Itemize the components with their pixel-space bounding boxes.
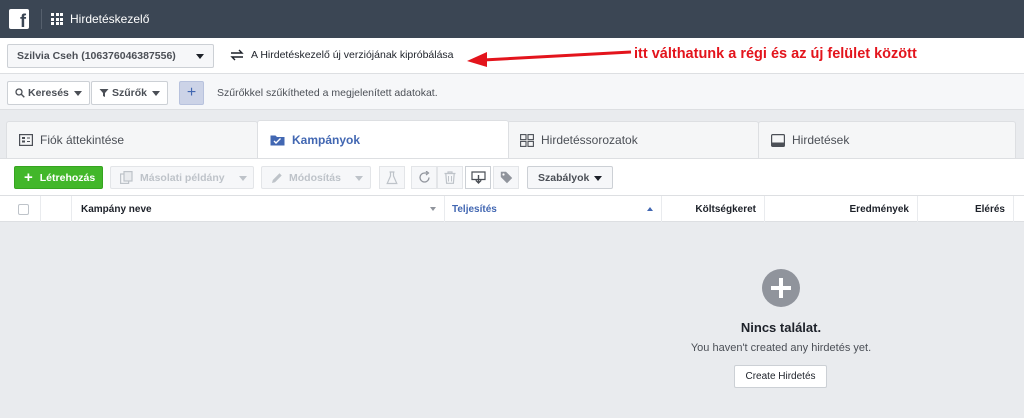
tab-account-overview[interactable]: Fiók áttekintése <box>6 121 258 158</box>
refresh-icon <box>418 171 430 183</box>
tag-icon <box>500 171 512 184</box>
column-campaign-name[interactable]: Kampány neve <box>72 196 445 222</box>
chevron-down-icon <box>355 176 363 181</box>
annotation-arrow-icon <box>467 50 632 67</box>
test-button[interactable] <box>379 166 405 189</box>
chevron-down-icon <box>239 176 247 181</box>
sort-desc-icon <box>430 207 436 211</box>
topbar-divider <box>41 9 42 29</box>
chevron-down-icon <box>594 176 602 181</box>
tag-button[interactable] <box>493 166 519 189</box>
select-all-checkbox[interactable] <box>18 203 29 215</box>
delete-button[interactable] <box>437 166 463 189</box>
action-toolbar: + Létrehozás Másolati példány Módosítás … <box>0 158 1024 195</box>
empty-state-description: You haven't created any hirdetés yet. <box>690 342 872 354</box>
search-icon <box>15 88 25 98</box>
app-title[interactable]: Hirdetéskezelő <box>70 12 149 26</box>
export-icon <box>470 171 486 184</box>
column-label: Elérés <box>974 203 1005 215</box>
tab-ad-sets[interactable]: Hirdetéssorozatok <box>507 121 759 158</box>
facebook-logo-icon[interactable]: f <box>9 9 29 30</box>
tab-ads[interactable]: Hirdetések <box>758 121 1016 158</box>
folder-icon <box>270 135 285 145</box>
chevron-down-icon <box>73 91 82 96</box>
level-tabs: Fiók áttekintése Kampányok Hirdetéssoroz… <box>0 110 1024 158</box>
apps-grid-icon[interactable] <box>51 13 63 25</box>
account-selector[interactable]: Szilvia Cseh (106376046387556) <box>7 44 214 68</box>
duplicate-button[interactable]: Másolati példány <box>110 166 254 189</box>
try-new-version-label: A Hirdetéskezelő új verziójának kipróbál… <box>251 49 454 61</box>
search-label: Keresés <box>28 87 69 99</box>
tab-label: Hirdetések <box>792 133 850 147</box>
edit-button[interactable]: Módosítás <box>261 166 371 189</box>
duplicate-icon <box>120 171 133 184</box>
switch-arrows-icon <box>230 49 244 61</box>
sort-asc-icon <box>647 207 653 211</box>
tab-campaigns[interactable]: Kampányok <box>257 120 509 158</box>
column-label: Költségkeret <box>695 203 756 215</box>
ad-icon <box>771 133 785 147</box>
export-button[interactable] <box>465 166 491 189</box>
column-label: Kampány neve <box>81 203 152 215</box>
create-label: Létrehozás <box>39 171 96 184</box>
chevron-down-icon <box>152 91 161 96</box>
column-reach[interactable]: Elérés <box>918 196 1014 222</box>
column-delivery[interactable]: Teljesítés <box>445 196 662 222</box>
search-button[interactable]: Keresés <box>7 81 90 105</box>
tab-label: Fiók áttekintése <box>40 133 125 147</box>
add-filter-button[interactable]: + <box>179 81 204 105</box>
top-bar: f Hirdetéskezelő <box>0 0 1024 38</box>
grid-icon <box>520 133 534 147</box>
rules-button[interactable]: Szabályok <box>527 166 613 189</box>
table-header: Kampány neve Teljesítés Költségkeret Ere… <box>0 195 1024 222</box>
column-label: Teljesítés <box>452 203 497 215</box>
filter-hint: Szűrőkkel szűkítheted a megjelenített ad… <box>217 87 438 99</box>
trash-icon <box>444 171 456 184</box>
annotation-text: itt válthatunk a régi és az új felület k… <box>634 46 917 62</box>
select-all-cell <box>0 196 41 222</box>
column-budget[interactable]: Költségkeret <box>662 196 765 222</box>
empty-state-title: Nincs találat. <box>740 320 822 335</box>
refresh-button[interactable] <box>411 166 437 189</box>
try-new-version-link[interactable]: A Hirdetéskezelő új verziójának kipróbál… <box>229 48 454 62</box>
column-results[interactable]: Eredmények <box>765 196 918 222</box>
status-column-header <box>41 196 72 222</box>
filter-icon <box>99 89 109 97</box>
flask-icon <box>386 170 398 184</box>
plus-circle-icon <box>762 269 800 307</box>
duplicate-label: Másolati példány <box>140 171 225 184</box>
create-ad-button[interactable]: Create Hirdetés <box>734 365 827 388</box>
filters-label: Szűrők <box>112 87 148 99</box>
pencil-icon <box>272 172 282 183</box>
edit-label: Módosítás <box>289 171 341 184</box>
create-button[interactable]: + Létrehozás <box>14 166 103 189</box>
column-label: Eredmények <box>849 203 909 215</box>
rules-label: Szabályok <box>538 171 590 184</box>
filters-button[interactable]: Szűrők <box>91 81 169 105</box>
tab-label: Hirdetéssorozatok <box>541 133 638 147</box>
account-selector-label: Szilvia Cseh (106376046387556) <box>17 50 176 62</box>
overview-icon <box>19 134 33 146</box>
chevron-down-icon <box>196 54 204 59</box>
plus-icon: + <box>24 169 33 186</box>
filter-bar: Keresés Szűrők + Szűrőkkel szűkítheted a… <box>0 74 1024 110</box>
tab-label: Kampányok <box>292 132 361 147</box>
